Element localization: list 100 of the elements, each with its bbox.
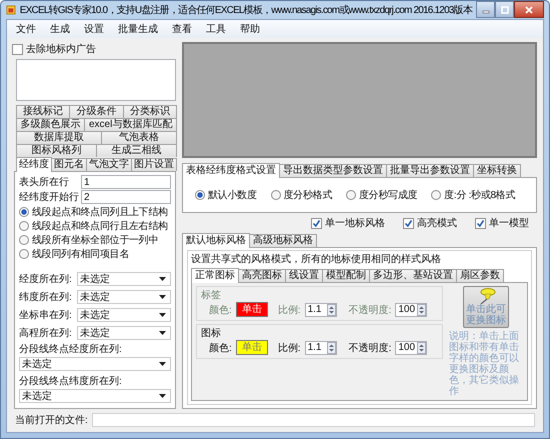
field-value: 1 — [84, 176, 90, 188]
radio-button[interactable] — [195, 190, 205, 200]
radio-label: 线段起点和终点同列且上下结构 — [32, 206, 168, 218]
checkbox[interactable] — [311, 218, 322, 228]
tab[interactable]: excel与数据库匹配 — [84, 118, 178, 131]
caret-icon — [159, 330, 166, 334]
checkbox[interactable] — [403, 218, 414, 228]
caret-icon — [159, 276, 166, 280]
radio-button[interactable] — [19, 206, 29, 216]
field-label: 颜色: — [209, 342, 232, 354]
menu-item[interactable]: 设置 — [84, 22, 104, 36]
radio-button[interactable] — [19, 220, 29, 230]
tab[interactable]: 模型配制 — [322, 269, 370, 282]
tab[interactable]: 生成三相线 — [96, 144, 177, 157]
spinner-field[interactable]: 1.1 — [304, 340, 337, 354]
field-label: 不透明度: — [348, 304, 392, 316]
checkbox-label: 单一地标风格 — [325, 216, 385, 230]
menu-item[interactable]: 批量生成 — [118, 22, 158, 36]
checkbox[interactable] — [12, 44, 23, 54]
field-label: 高程所在列: — [19, 326, 73, 340]
tab[interactable]: 分级条件 — [69, 105, 124, 118]
spinner-field[interactable]: 100 — [395, 340, 428, 354]
dropdown[interactable]: 未选定 — [19, 357, 171, 371]
dropdown[interactable]: 未选定 — [19, 389, 171, 403]
tab[interactable]: 图标风格列 — [16, 144, 97, 157]
tab[interactable]: 表格经纬度格式设置 — [182, 163, 280, 178]
spinner-value: 1.1 — [308, 304, 322, 315]
tab[interactable]: 图片设置 — [131, 158, 177, 171]
caret-icon — [159, 294, 166, 298]
help-text: 说明：单击上面图标和带有单击字样的颜色可以更换图标及颜色，其它类似操作 — [449, 331, 520, 397]
dropdown[interactable]: 未选定 — [77, 308, 171, 322]
field-label: 比例: — [278, 304, 301, 316]
close-button[interactable] — [514, 1, 544, 18]
spin-arrows-icon — [417, 342, 426, 354]
field-label: 经纬度开始行 — [19, 190, 77, 204]
radio-label: 线段同列有相同项目名 — [32, 248, 130, 260]
caret-icon — [159, 362, 166, 366]
caret-icon — [159, 312, 166, 316]
dropdown-value: 未选定 — [22, 358, 52, 371]
tab[interactable]: 导出数据类型参数设置 — [279, 164, 387, 177]
tab[interactable]: 线设置 — [285, 269, 323, 282]
file-path-field[interactable] — [92, 413, 535, 427]
tab[interactable]: 默认地标风格 — [182, 233, 250, 248]
group-legend: 标签 — [201, 288, 438, 302]
tab[interactable]: 批量导出参数设置 — [386, 164, 474, 177]
dropdown[interactable]: 未选定 — [77, 272, 171, 286]
tab[interactable]: 扇区参数 — [456, 269, 504, 282]
field-label: 不透明度: — [348, 342, 392, 354]
radio-button[interactable] — [19, 248, 29, 258]
dropdown-value: 未选定 — [80, 272, 110, 286]
app-icon — [6, 4, 16, 16]
field-label: 经度所在列: — [19, 272, 73, 286]
dropdown-value: 未选定 — [80, 326, 110, 340]
group-legend: 图标 — [201, 326, 438, 340]
text-area[interactable] — [16, 59, 176, 101]
menu-item[interactable]: 生成 — [50, 22, 70, 36]
radio-button[interactable] — [346, 190, 356, 200]
caret-icon — [159, 394, 166, 398]
tab[interactable]: 数据库提取 — [16, 131, 102, 144]
radio-label: 度:分 :秒或8格式 — [444, 188, 516, 202]
dropdown-value: 未选定 — [80, 290, 110, 304]
maximize-icon — [500, 6, 508, 14]
radio-button[interactable] — [19, 234, 29, 244]
radio-button[interactable] — [431, 190, 442, 200]
tab[interactable]: 气泡表格 — [101, 131, 177, 144]
dropdown[interactable]: 未选定 — [77, 326, 171, 340]
radio-button[interactable] — [270, 190, 281, 200]
color-button[interactable]: 单击 — [236, 340, 268, 355]
field-label: 分段线终点经度所在列: — [19, 342, 123, 355]
tab[interactable]: 经纬度 — [16, 157, 52, 172]
spin-arrows-icon — [417, 304, 426, 316]
radio-label: 度分秒格式 — [284, 188, 332, 202]
checkbox[interactable] — [475, 218, 486, 228]
menu-item[interactable]: 帮助 — [240, 22, 260, 36]
tab[interactable]: 多级颜色展示 — [16, 118, 86, 131]
tab[interactable]: 坐标转换 — [473, 164, 521, 177]
checkbox-label: 去除地标内广告 — [26, 42, 96, 56]
tab[interactable]: 接线标记 — [16, 105, 70, 118]
tab[interactable]: 高级地标风格 — [249, 234, 317, 247]
dropdown[interactable]: 未选定 — [77, 290, 171, 304]
tab[interactable]: 高亮图标 — [238, 269, 286, 282]
close-icon — [525, 6, 533, 14]
tab[interactable]: 气泡文字 — [86, 158, 132, 171]
menu-item[interactable]: 文件 — [16, 22, 36, 36]
tab[interactable]: 图元名 — [51, 158, 87, 171]
menu-item[interactable]: 查看 — [172, 22, 192, 36]
check-icon — [404, 218, 413, 228]
menu-item[interactable]: 工具 — [206, 22, 226, 36]
tab[interactable]: 多边形、基站设置 — [369, 269, 457, 282]
spin-arrows-icon — [326, 342, 336, 354]
tab[interactable]: 分类标识 — [122, 105, 177, 118]
radio-label: 默认小数度 — [208, 188, 257, 202]
minimize-button[interactable] — [476, 1, 495, 18]
button-label: 单击此可更换图标 — [465, 304, 507, 326]
tab[interactable]: 正常图标 — [191, 268, 239, 283]
input-field[interactable]: 2 — [81, 190, 171, 204]
radio-label: 度分秒写成度 — [359, 188, 418, 202]
maximize-button[interactable] — [495, 1, 514, 18]
input-field[interactable]: 1 — [81, 175, 171, 189]
status-label: 当前打开的文件: — [15, 414, 88, 427]
